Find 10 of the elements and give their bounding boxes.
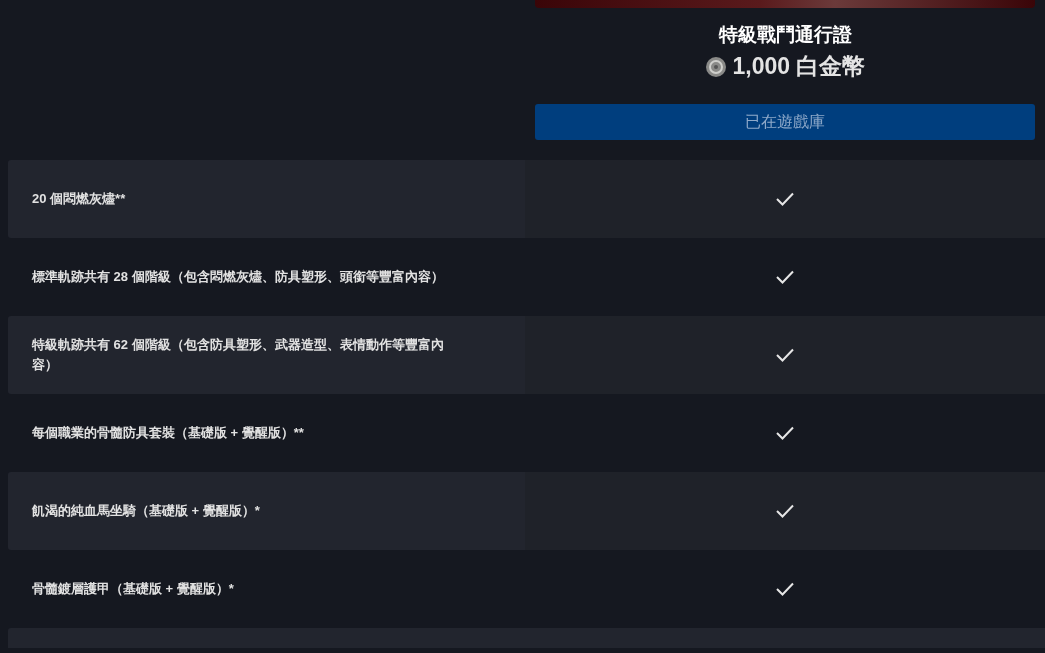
pass-title: 特級戰鬥通行證	[718, 23, 852, 47]
feature-label: 骨髓鍍層護甲（基礎版 + 覺醒版）*	[32, 580, 234, 598]
feature-label: 飢渴的純血馬坐騎（基礎版 + 覺醒版）*	[32, 502, 260, 520]
coin-icon	[704, 55, 727, 78]
feature-label: 20 個悶燃灰燼**	[32, 190, 126, 208]
feature-label: 每個職業的骨髓防具套裝（基礎版 + 覺醒版）**	[32, 424, 304, 442]
feature-label: 特級軌跡共有 62 個階級（包含防具塑形、武器造型、表情動作等豐富內容）	[32, 336, 445, 374]
price-text: 1,000 白金幣	[732, 52, 866, 81]
feature-label: 標準軌跡共有 28 個階級（包含悶燃灰燼、防具塑形、頭銜等豐富內容）	[32, 268, 444, 286]
in-library-button[interactable]: 已在遊戲庫	[535, 104, 1035, 140]
